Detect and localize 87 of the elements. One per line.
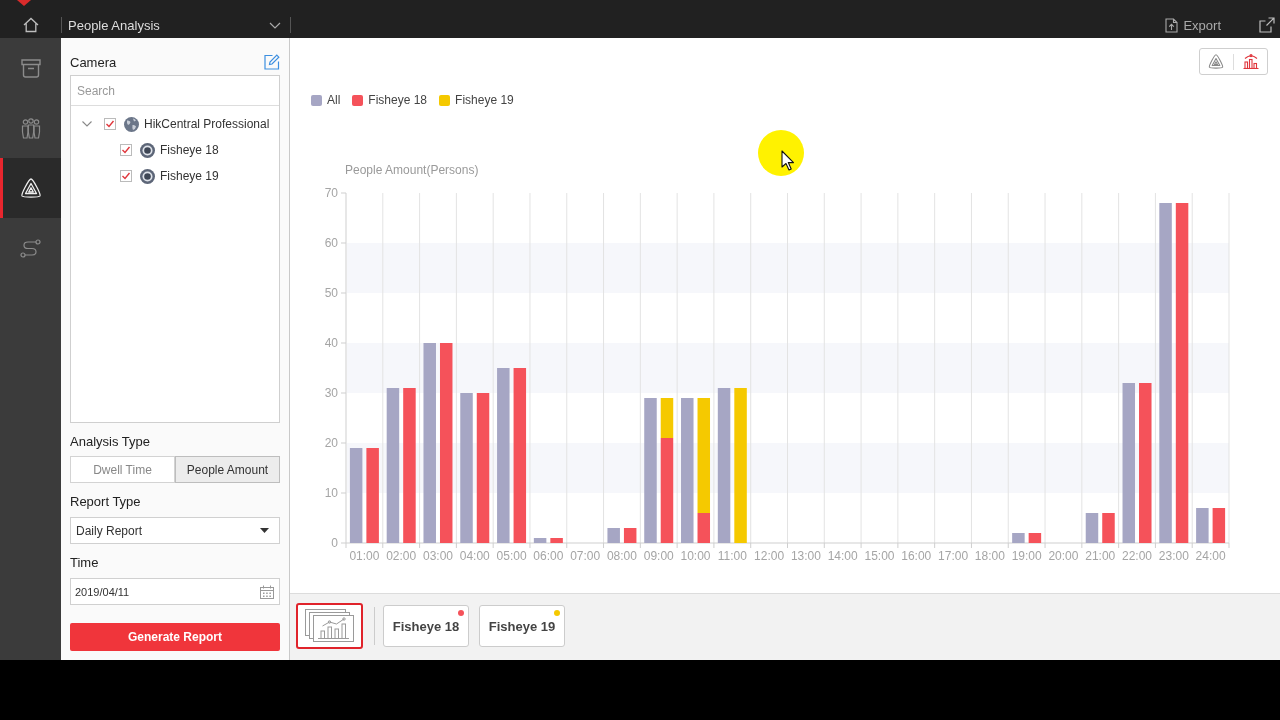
x-tick-label: 22:00 — [1122, 549, 1153, 563]
expand-chevron-icon[interactable] — [82, 119, 92, 129]
module-dropdown[interactable]: People Analysis — [62, 12, 290, 38]
field-label: Analysis Type — [70, 433, 151, 451]
bar — [1012, 533, 1025, 543]
bar — [623, 528, 637, 543]
x-tick-label: 07:00 — [570, 549, 601, 563]
y-tick-label: 20 — [324, 436, 338, 450]
camera-tab[interactable]: Fisheye 18 — [383, 605, 469, 647]
x-tick-label: 15:00 — [864, 549, 895, 563]
bar — [1085, 513, 1099, 543]
report-type-select[interactable]: Daily Report — [70, 517, 280, 544]
legend-label[interactable]: All — [327, 93, 341, 107]
nav-rail-item[interactable] — [0, 158, 61, 218]
edit-icon[interactable] — [264, 54, 280, 70]
x-tick-label: 16:00 — [901, 549, 932, 563]
x-tick-label: 18:00 — [974, 549, 1005, 563]
x-tick-label: 04:00 — [459, 549, 490, 563]
x-tick-label: 20:00 — [1048, 549, 1079, 563]
y-tick-label: 70 — [324, 186, 338, 200]
storage-box-icon — [20, 58, 41, 78]
y-tick-label: 60 — [324, 236, 338, 250]
legend-label[interactable]: Fisheye 19 — [455, 93, 514, 107]
analysis-triangle-icon[interactable] — [1208, 54, 1224, 69]
x-tick-label: 17:00 — [938, 549, 969, 563]
analysis-triangle-icon — [19, 178, 42, 198]
panel-title: Camera — [70, 54, 117, 70]
chevron-down-icon — [269, 21, 281, 29]
x-tick-label: 23:00 — [1158, 549, 1189, 563]
x-tick-label: 12:00 — [754, 549, 785, 563]
x-tick-label: 09:00 — [643, 549, 674, 563]
bar — [1196, 508, 1209, 543]
segment-button[interactable]: Dwell Time — [70, 456, 175, 483]
bar — [607, 528, 620, 543]
calendar-icon[interactable] — [260, 584, 274, 599]
x-tick-label: 05:00 — [496, 549, 527, 563]
people-group-icon — [20, 117, 41, 139]
y-axis-title: People Amount(Persons) — [345, 163, 479, 177]
generate-report-button[interactable]: Generate Report — [70, 623, 280, 651]
globe-icon — [124, 116, 139, 132]
pop-out-icon[interactable] — [1259, 17, 1275, 33]
segment-button[interactable]: People Amount — [175, 456, 280, 483]
bar — [550, 538, 563, 543]
camera-lens-icon — [140, 168, 155, 184]
x-tick-label: 10:00 — [680, 549, 711, 563]
chart-thumbnail-icon — [304, 609, 355, 643]
tree-item-label[interactable]: Fisheye 19 — [160, 169, 219, 183]
export-icon — [1165, 17, 1179, 33]
bar — [1028, 533, 1042, 543]
date-field[interactable]: 2019/04/11 — [70, 578, 280, 605]
x-tick-label: 08:00 — [606, 549, 637, 563]
x-tick-label: 19:00 — [1011, 549, 1042, 563]
bar-chart-icon[interactable] — [1243, 54, 1259, 69]
field-label: Time — [70, 554, 100, 572]
x-tick-label: 03:00 — [422, 549, 453, 563]
checkbox[interactable] — [104, 118, 116, 130]
x-tick-label: 02:00 — [386, 549, 417, 563]
y-tick-label: 40 — [324, 336, 338, 350]
x-tick-label: 21:00 — [1085, 549, 1116, 563]
y-tick-label: 0 — [331, 536, 338, 550]
x-tick-label: 11:00 — [717, 549, 747, 563]
bar — [1102, 513, 1115, 543]
y-tick-label: 50 — [324, 286, 338, 300]
y-tick-label: 30 — [324, 386, 338, 400]
bar — [533, 538, 547, 543]
field-label: Report Type — [70, 493, 142, 511]
x-tick-label: 24:00 — [1195, 549, 1226, 563]
caret-icon — [260, 528, 269, 533]
overview-tab[interactable] — [296, 603, 363, 649]
y-tick-label: 10 — [324, 486, 338, 500]
logo-icon — [17, 0, 31, 6]
route-icon — [20, 238, 41, 258]
camera-tab[interactable]: Fisheye 19 — [479, 605, 565, 647]
camera-lens-icon — [140, 142, 155, 158]
export-button[interactable]: Export — [1161, 13, 1225, 37]
checkbox[interactable] — [120, 170, 132, 182]
x-tick-label: 13:00 — [790, 549, 821, 563]
home-icon[interactable] — [22, 17, 39, 33]
tree-item-label[interactable]: Fisheye 18 — [160, 143, 219, 157]
tree-item-label[interactable]: HikCentral Professional — [144, 117, 270, 131]
bar — [1212, 508, 1226, 543]
checkbox[interactable] — [120, 144, 132, 156]
legend-label[interactable]: Fisheye 18 — [368, 93, 428, 107]
x-tick-label: 14:00 — [827, 549, 858, 563]
mouse-cursor-icon — [758, 130, 804, 176]
x-tick-label: 01:00 — [349, 549, 380, 563]
x-tick-label: 06:00 — [533, 549, 564, 563]
